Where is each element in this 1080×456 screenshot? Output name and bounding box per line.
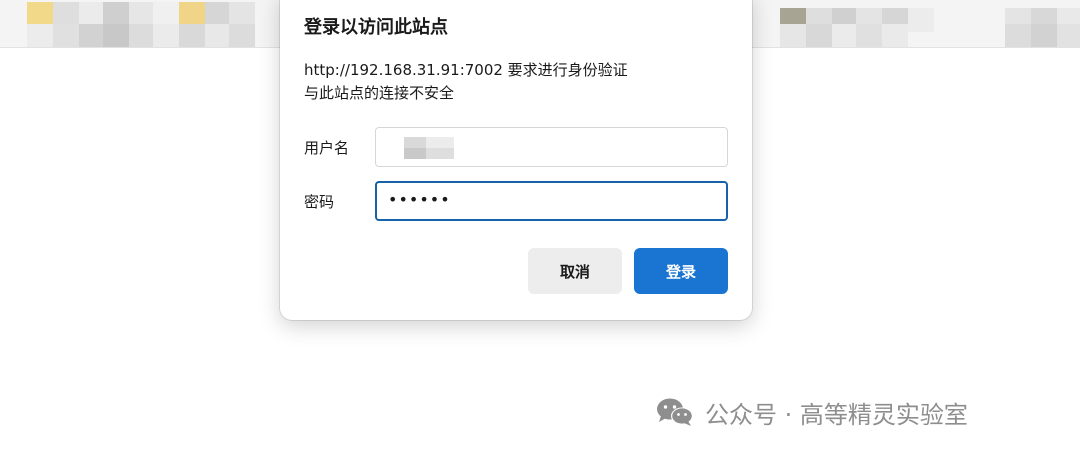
username-label: 用户名 xyxy=(304,139,350,157)
username-field[interactable] xyxy=(375,127,728,167)
dialog-title: 登录以访问此站点 xyxy=(304,17,448,38)
watermark: 公众号 · 高等精灵实验室 xyxy=(655,395,968,429)
password-value: •••••• xyxy=(388,190,451,209)
watermark-text: 公众号 · 高等精灵实验室 xyxy=(705,400,968,429)
login-button[interactable]: 登录 xyxy=(634,248,728,294)
auth-dialog: 登录以访问此站点 http://192.168.31.91:7002 要求进行身… xyxy=(280,0,752,320)
cancel-button[interactable]: 取消 xyxy=(528,248,622,294)
auth-message: http://192.168.31.91:7002 要求进行身份验证 xyxy=(304,61,628,79)
password-field[interactable]: •••••• xyxy=(375,181,728,221)
password-label: 密码 xyxy=(304,193,335,211)
username-value-redacted xyxy=(404,137,454,159)
wechat-icon xyxy=(657,398,693,426)
insecure-connection-warning: 与此站点的连接不安全 xyxy=(304,84,455,102)
